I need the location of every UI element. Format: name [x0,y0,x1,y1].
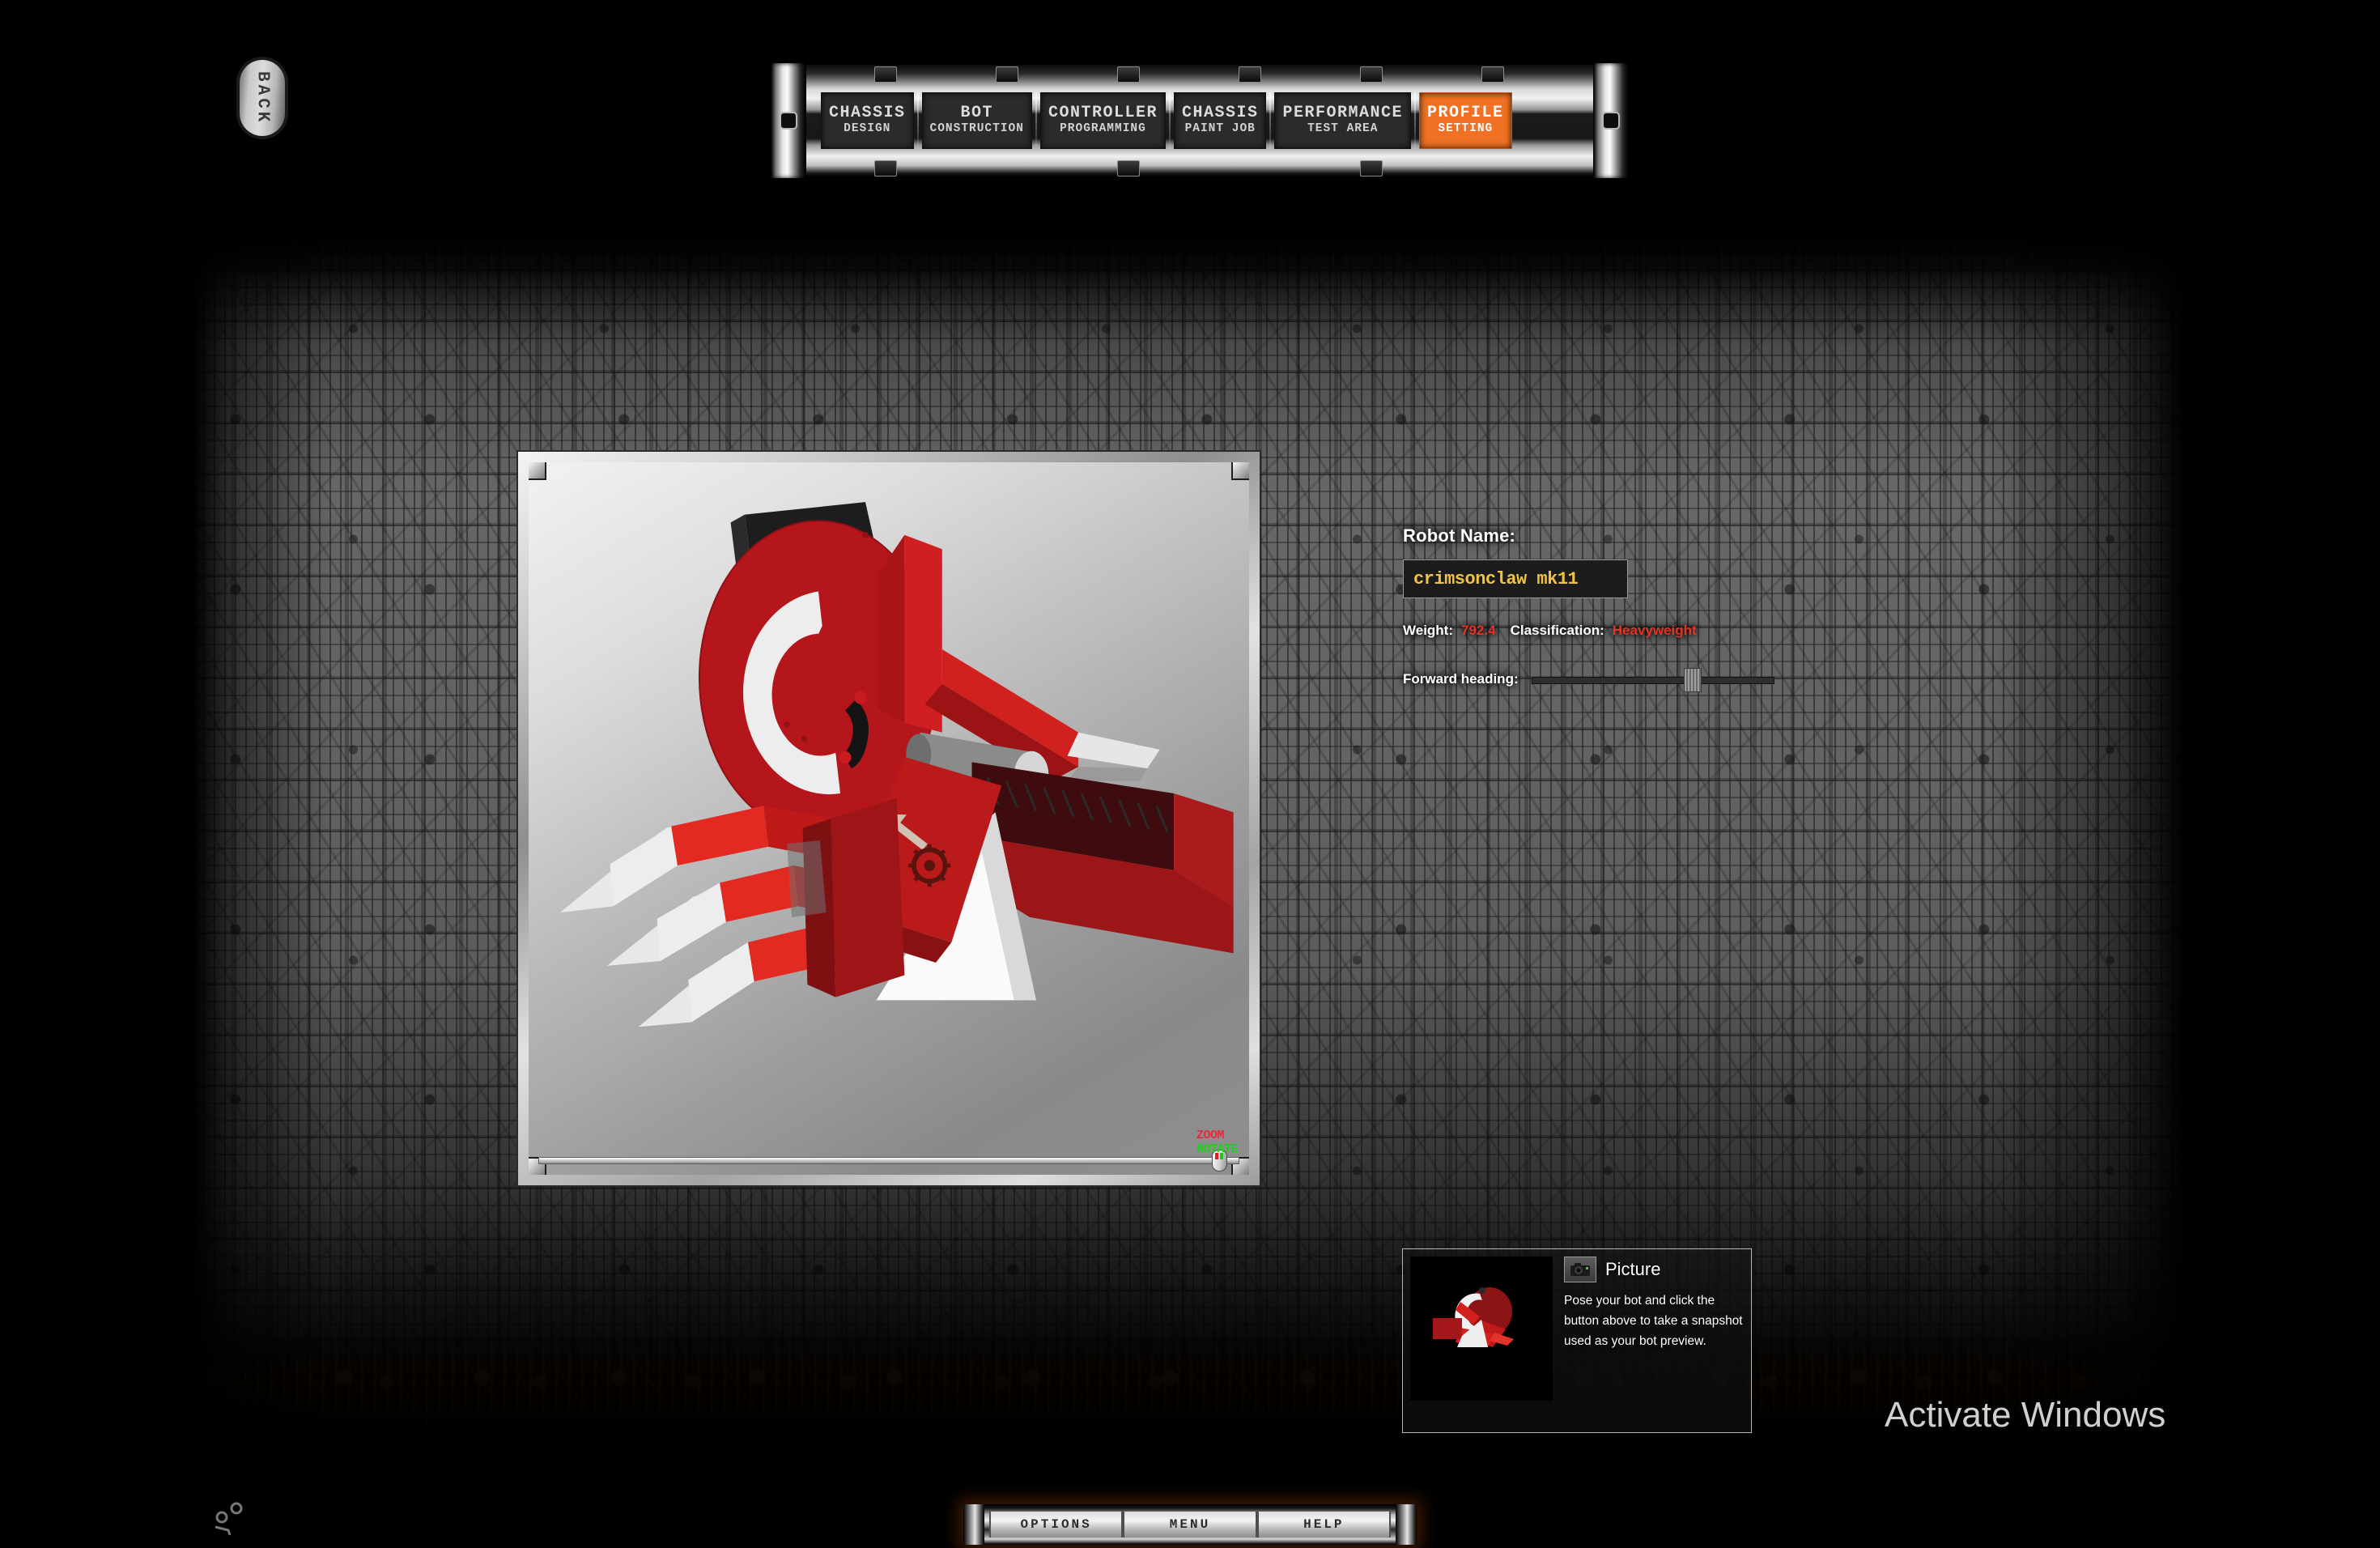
classification-label: Classification: [1510,623,1604,638]
tab-profile-setting[interactable]: PROFILE SETTING [1419,92,1512,149]
decorative-corner-marks [215,1502,243,1536]
back-button[interactable]: BACK [240,60,285,136]
picture-panel-title: Picture [1605,1259,1661,1279]
bot-preview-image [1410,1257,1553,1401]
tab-controller-programming[interactable]: CONTROLLER PROGRAMMING [1039,92,1166,149]
robot-name-input[interactable]: crimsonclaw mk11 [1403,559,1628,598]
tab-label-line2: SETTING [1438,122,1494,136]
nav-bolt [1360,66,1383,83]
tab-separator [1168,92,1171,149]
forward-heading-knob[interactable] [1683,668,1702,692]
top-navigation-bar: CHASSIS DESIGN BOT CONSTRUCTION CONTROLL… [771,63,1629,178]
nav-tab-row: CHASSIS DESIGN BOT CONSTRUCTION CONTROLL… [821,92,1579,149]
robot-name-label: Robot Name: [1403,525,1516,546]
tab-label-line2: DESIGN [844,122,891,136]
tab-separator [1269,92,1272,149]
nav-bolt [1481,66,1504,83]
bottom-menu-bar: OPTIONS MENU HELP [963,1504,1417,1545]
tab-label-line2: CONSTRUCTION [929,122,1024,136]
picture-panel-body: Picture Pose your bot and click the butt… [1564,1257,1744,1425]
nav-bolt [996,66,1018,83]
zoom-slider[interactable] [538,1150,1239,1172]
tab-separator [916,92,919,149]
weight-value: 792.4 [1461,623,1496,638]
bot-preview-thumbnail [1410,1257,1553,1401]
menu-button[interactable]: MENU [1123,1512,1257,1537]
options-button[interactable]: OPTIONS [989,1512,1124,1537]
forward-heading-row: Forward heading: [1403,668,1905,692]
robot-profile-form: Robot Name: crimsonclaw mk11 Weight: 792… [1403,525,1905,692]
tab-label-line1: PROFILE [1427,104,1504,123]
picture-panel-description: Pose your bot and click the button above… [1564,1294,1743,1349]
tab-label-line1: PERFORMANCE [1282,104,1404,123]
tab-bot-construction[interactable]: BOT CONSTRUCTION [921,92,1032,149]
tab-performance-test-area[interactable]: PERFORMANCE TEST AREA [1274,92,1412,149]
robot-3d-viewport[interactable]: ZOOM ROTATE [516,450,1261,1187]
classification-value: Heavyweight [1612,623,1697,638]
tab-separator [1414,92,1417,149]
viewport-corner-handle[interactable] [1231,462,1249,480]
forward-heading-label: Forward heading: [1403,671,1519,687]
camera-glyph [1570,1263,1590,1276]
main-content-panel: ZOOM ROTATE Robot Name: crimsonclaw mk11… [193,181,2184,1444]
windows-activation-watermark: Activate Windows Go to Settings to activ… [1885,1395,2184,1444]
bottom-bar-endcap-left [963,1504,984,1545]
viewport-frame: ZOOM ROTATE [516,450,1261,1187]
zoom-slider-track[interactable] [538,1157,1239,1164]
nav-bolt [1117,160,1140,176]
robot-name-value: crimsonclaw mk11 [1413,568,1579,589]
watermark-title: Activate Windows [1885,1395,2166,1435]
forward-heading-track[interactable] [1531,677,1774,684]
zoom-label: ZOOM [1196,1129,1225,1142]
viewport-stage[interactable]: ZOOM ROTATE [529,462,1249,1175]
picture-panel: Picture Pose your bot and click the butt… [1402,1248,1752,1433]
bottom-bar-endcap-right [1396,1504,1417,1545]
weight-label: Weight: [1403,623,1454,638]
nav-bolt [874,66,897,83]
tab-label-line1: CHASSIS [1181,104,1259,123]
tab-separator [1035,92,1037,149]
tab-label-line2: PAINT JOB [1184,122,1256,136]
help-button[interactable]: HELP [1256,1512,1391,1537]
forward-heading-slider[interactable] [1531,668,1774,692]
back-button-label: BACK [253,70,272,125]
tab-label-line2: PROGRAMMING [1060,122,1146,136]
tab-label-line1: CONTROLLER [1048,104,1158,123]
viewport-corner-handle[interactable] [529,462,546,480]
nav-bolt [1360,160,1383,176]
nav-bolt [874,160,897,176]
picture-panel-header: Picture [1564,1257,1744,1282]
tab-label-line1: BOT [960,104,993,123]
nav-endcap-right [1593,63,1629,178]
tab-label-line2: TEST AREA [1307,122,1379,136]
camera-icon[interactable] [1564,1257,1596,1282]
robot-model [559,502,1234,1027]
tab-label-line1: CHASSIS [829,104,906,123]
rotate-label: ROTATE [1196,1142,1239,1156]
bottom-menu-items: OPTIONS MENU HELP [989,1512,1391,1537]
nav-bolt [1117,66,1140,83]
tab-chassis-design[interactable]: CHASSIS DESIGN [821,92,914,149]
nav-endcap-left [771,63,806,178]
tab-chassis-paint-job[interactable]: CHASSIS PAINT JOB [1173,92,1267,149]
zoom-rotate-legend: ZOOM ROTATE [1196,1129,1239,1156]
nav-bolt [1239,66,1261,83]
robot-stats-row: Weight: 792.4 Classification: Heavyweigh… [1403,623,1905,639]
